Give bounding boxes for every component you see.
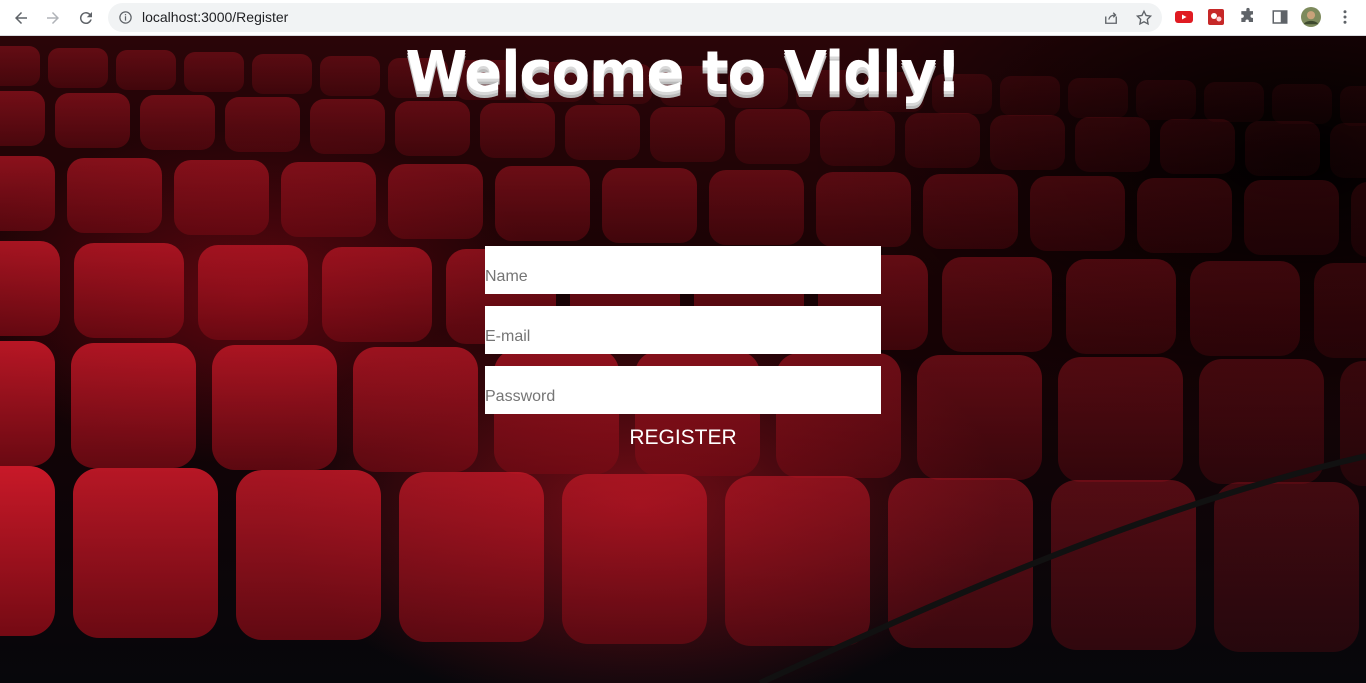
seat-shape	[198, 245, 308, 340]
address-bar[interactable]: localhost:3000/Register	[108, 3, 1162, 32]
seat-shape	[1199, 359, 1324, 484]
seat-shape	[212, 345, 337, 470]
seat-shape	[399, 472, 544, 642]
seat-shape	[1058, 357, 1183, 482]
reload-icon	[79, 12, 92, 25]
seat-shape	[1160, 119, 1235, 174]
seat-shape	[74, 243, 184, 338]
seat-shape	[602, 168, 697, 243]
seat-shape	[480, 103, 555, 158]
page-title: Welcome to Vidly!	[405, 40, 961, 105]
name-input[interactable]	[485, 246, 881, 294]
seat-shape	[923, 174, 1018, 249]
seat-shape	[388, 164, 483, 239]
seat-shape	[0, 466, 55, 636]
seat-shape	[0, 241, 60, 336]
seat-shape	[73, 468, 218, 638]
seat-shape	[322, 247, 432, 342]
seat-shape	[562, 474, 707, 644]
seat-shape	[67, 158, 162, 233]
seat-shape	[816, 172, 911, 247]
seat-shape	[820, 111, 895, 166]
seat-shape	[225, 97, 300, 152]
seat-shape	[1137, 178, 1232, 253]
reload-button[interactable]	[74, 6, 98, 30]
seat-shape	[1066, 259, 1176, 354]
email-input[interactable]	[485, 306, 881, 354]
seat-shape	[0, 156, 55, 231]
seat-shape	[1340, 361, 1366, 486]
register-form: REGISTER	[485, 246, 881, 450]
seat-shape	[1244, 180, 1339, 255]
register-button[interactable]: REGISTER	[485, 426, 881, 450]
seat-shape	[1314, 263, 1366, 358]
seat-shape	[71, 343, 196, 468]
puzzle-extensions-icon[interactable]	[1238, 7, 1258, 27]
seat-shape	[1075, 117, 1150, 172]
seat-shape	[281, 162, 376, 237]
seat-shape	[353, 347, 478, 472]
seat-shape	[495, 166, 590, 241]
page-viewport: Welcome to Vidly! REGISTER	[0, 36, 1366, 683]
star-icon[interactable]	[1135, 9, 1153, 27]
seat-shape	[1030, 176, 1125, 251]
profile-avatar[interactable]	[1301, 7, 1321, 27]
seat-shape	[888, 478, 1033, 648]
browser-toolbar: localhost:3000/Register	[0, 0, 1366, 36]
share-icon[interactable]	[1102, 9, 1120, 27]
url-text: localhost:3000/Register	[142, 9, 289, 25]
seat-shape	[1051, 480, 1196, 650]
side-panel-icon[interactable]	[1270, 7, 1290, 27]
seat-shape	[1245, 121, 1320, 176]
back-button[interactable]	[9, 6, 33, 30]
seat-shape	[1214, 482, 1359, 652]
seat-shape	[725, 476, 870, 646]
seat-shape	[650, 107, 725, 162]
forward-button[interactable]	[41, 6, 65, 30]
seat-shape	[1330, 123, 1366, 178]
menu-dots-icon[interactable]	[1335, 7, 1355, 27]
info-icon[interactable]	[118, 10, 133, 25]
youtube-extension-icon[interactable]	[1174, 7, 1194, 27]
seat-shape	[735, 109, 810, 164]
seat-shape	[917, 355, 1042, 480]
seat-shape	[0, 341, 55, 466]
seat-shape	[565, 105, 640, 160]
forward-arrow-icon	[47, 12, 59, 24]
seat-shape	[174, 160, 269, 235]
red-extension-icon[interactable]	[1206, 7, 1226, 27]
seat-shape	[905, 113, 980, 168]
password-input[interactable]	[485, 366, 881, 414]
seat-shape	[310, 99, 385, 154]
seat-shape	[709, 170, 804, 245]
seat-shape	[942, 257, 1052, 352]
seat-shape	[1190, 261, 1300, 356]
back-arrow-icon	[15, 12, 27, 24]
seat-shape	[236, 470, 381, 640]
seat-shape	[395, 101, 470, 156]
seat-shape	[1351, 182, 1366, 257]
seat-shape	[990, 115, 1065, 170]
